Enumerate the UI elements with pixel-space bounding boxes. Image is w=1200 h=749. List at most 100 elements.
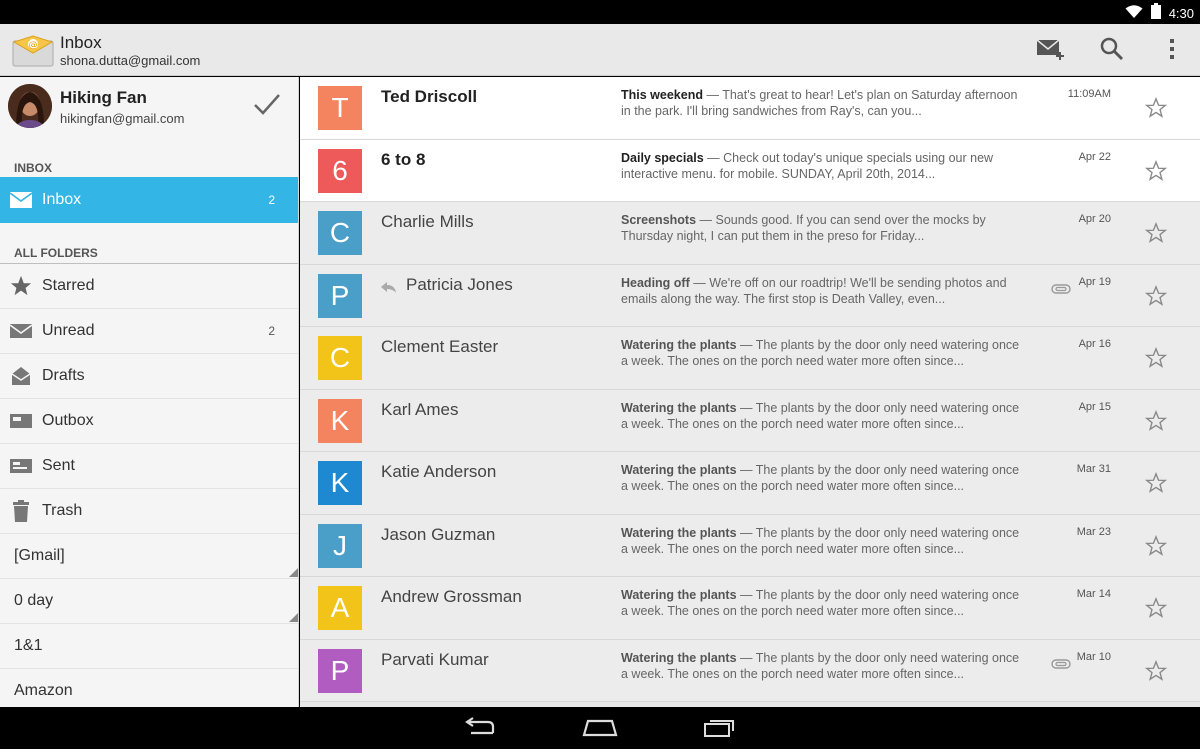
conversation-row[interactable]: P Parvati Kumar Watering the plants — The … bbox=[300, 639, 1200, 702]
message-preview: Watering the plants — The plants by the … bbox=[621, 462, 1021, 494]
message-subject: Watering the plants bbox=[621, 525, 737, 540]
star-toggle-icon[interactable] bbox=[1144, 96, 1168, 119]
folder-label: Inbox bbox=[42, 191, 82, 208]
account-email-secondary: hikingfan@gmail.com bbox=[60, 111, 185, 126]
status-icons: 4:30 bbox=[1125, 3, 1194, 23]
home-button[interactable] bbox=[582, 715, 618, 743]
sender-name: Katie Anderson bbox=[381, 462, 497, 481]
conversation-list: T Ted Driscoll This weekend — That's great… bbox=[300, 77, 1200, 707]
folder-count: 2 bbox=[268, 193, 275, 207]
sender-avatar-tile[interactable]: T bbox=[318, 86, 362, 130]
account-header[interactable]: Hiking Fan hikingfan@gmail.com bbox=[0, 77, 298, 154]
message-subject: Watering the plants bbox=[621, 400, 737, 415]
message-date: 11:09AM bbox=[1067, 88, 1111, 100]
navigation-drawer: Hiking Fan hikingfan@gmail.com INBOX Inb… bbox=[0, 77, 299, 707]
conversation-row[interactable]: J Jason Guzman Watering the plants — The p… bbox=[300, 514, 1200, 577]
recent-apps-button[interactable] bbox=[702, 715, 738, 743]
account-name: Hiking Fan bbox=[60, 88, 147, 107]
folder-outbox[interactable]: Outbox bbox=[0, 399, 298, 444]
sender-name: Patricia Jones bbox=[406, 274, 513, 294]
sender-avatar-tile[interactable]: 6 bbox=[318, 148, 362, 193]
conversation-row[interactable]: K Katie Anderson Watering the plants — The… bbox=[300, 452, 1200, 515]
sender-avatar-tile[interactable]: P bbox=[318, 273, 362, 318]
email-app-icon[interactable]: @ bbox=[12, 33, 54, 67]
folder-trash[interactable]: Trash bbox=[0, 489, 298, 534]
folder-inbox[interactable]: Inbox 2 bbox=[0, 177, 298, 223]
star-icon bbox=[0, 275, 42, 297]
sender-avatar-tile[interactable]: A bbox=[318, 586, 362, 630]
status-bar: 4:30 bbox=[0, 0, 1200, 24]
sender-avatar-tile[interactable]: J bbox=[318, 523, 362, 568]
checkmark-icon bbox=[252, 94, 282, 121]
folder-starred[interactable]: Starred bbox=[0, 264, 298, 309]
star-toggle-icon[interactable] bbox=[1144, 159, 1168, 182]
folder-gmail[interactable]: [Gmail] bbox=[0, 534, 298, 579]
message-date: Mar 23 bbox=[1076, 525, 1111, 538]
sender-avatar-tile[interactable]: P bbox=[318, 648, 362, 693]
message-subject: Watering the plants bbox=[621, 650, 737, 665]
sender-name: Ted Driscoll bbox=[381, 87, 478, 106]
conversation-row[interactable]: P Patricia Jones Heading off — We're off o… bbox=[300, 264, 1200, 327]
message-preview: Screenshots — Sounds good. If you can se… bbox=[621, 212, 1021, 244]
folder-1and1[interactable]: 1&1 bbox=[0, 624, 298, 669]
folder-label: Unread bbox=[42, 322, 95, 339]
conversation-row[interactable]: K Karl Ames Watering the plants — The plan… bbox=[300, 389, 1200, 452]
recent-apps-icon bbox=[703, 716, 737, 742]
sender-name: Andrew Grossman bbox=[381, 587, 522, 606]
folder-amazon[interactable]: Amazon bbox=[0, 669, 298, 707]
folder-0-day[interactable]: 0 day bbox=[0, 579, 298, 624]
home-icon bbox=[582, 717, 618, 741]
message-subject: This weekend bbox=[621, 88, 703, 102]
folder-label: Trash bbox=[42, 502, 83, 519]
compose-button[interactable] bbox=[1036, 36, 1066, 66]
sender-avatar-tile[interactable]: K bbox=[318, 398, 362, 443]
drafts-icon bbox=[0, 366, 42, 386]
star-toggle-icon[interactable] bbox=[1144, 534, 1168, 557]
avatar bbox=[8, 84, 52, 128]
message-subject: Screenshots bbox=[621, 213, 697, 227]
star-toggle-icon[interactable] bbox=[1144, 221, 1168, 244]
account-email: shona.dutta@gmail.com bbox=[60, 53, 201, 68]
conversation-row[interactable]: T Ted Driscoll This weekend — That's great… bbox=[300, 77, 1200, 140]
folder-list: Starred Unread 2 Drafts Outbox Sent Tras… bbox=[0, 264, 298, 707]
message-preview: Heading off — We're off on our roadtrip!… bbox=[621, 275, 1021, 307]
message-subject: Watering the plants bbox=[621, 338, 737, 352]
conversation-row[interactable]: 6 6 to 8 Daily specials — Check out today'… bbox=[300, 139, 1200, 202]
message-date: Mar 14 bbox=[1076, 588, 1111, 600]
folder-label: Drafts bbox=[42, 367, 85, 384]
folder-sent[interactable]: Sent bbox=[0, 444, 298, 489]
message-date: Mar 31 bbox=[1076, 463, 1111, 475]
sender-avatar-tile[interactable]: C bbox=[318, 336, 362, 380]
star-toggle-icon[interactable] bbox=[1144, 596, 1168, 619]
star-toggle-icon[interactable] bbox=[1144, 409, 1168, 432]
sender-name: Jason Guzman bbox=[381, 524, 496, 544]
navigation-bar bbox=[0, 707, 1200, 749]
account-select-button[interactable] bbox=[252, 91, 282, 117]
conversation-row[interactable]: C Clement Easter Watering the plants — The… bbox=[300, 327, 1200, 390]
folder-unread[interactable]: Unread 2 bbox=[0, 309, 298, 354]
folder-drafts[interactable]: Drafts bbox=[0, 354, 298, 399]
conversation-row[interactable]: A Andrew Grossman Watering the plants — Th… bbox=[300, 577, 1200, 640]
star-toggle-icon[interactable] bbox=[1144, 471, 1168, 494]
search-button[interactable] bbox=[1097, 36, 1127, 66]
star-toggle-icon[interactable] bbox=[1144, 346, 1168, 369]
message-subject: Watering the plants bbox=[621, 463, 737, 477]
sender-avatar-tile[interactable]: K bbox=[318, 461, 362, 505]
overflow-menu-button[interactable] bbox=[1157, 36, 1187, 66]
conversation-row[interactable]: C Charlie Mills Screenshots — Sounds good.… bbox=[300, 202, 1200, 265]
message-subject: Heading off bbox=[621, 275, 690, 290]
search-icon bbox=[1099, 36, 1125, 66]
sender-avatar-tile[interactable]: C bbox=[318, 211, 362, 255]
trash-icon bbox=[0, 500, 42, 522]
page-title: Inbox bbox=[60, 33, 102, 52]
star-toggle-icon[interactable] bbox=[1144, 284, 1168, 307]
overflow-menu-icon bbox=[1169, 38, 1175, 64]
folder-label: Outbox bbox=[42, 412, 94, 429]
expand-indicator-icon bbox=[289, 568, 298, 577]
star-toggle-icon[interactable] bbox=[1144, 659, 1168, 682]
sender-name: Charlie Mills bbox=[381, 212, 474, 231]
status-time: 4:30 bbox=[1168, 5, 1194, 21]
wifi-icon bbox=[1125, 4, 1143, 23]
back-button[interactable] bbox=[462, 715, 498, 743]
battery-icon bbox=[1150, 3, 1161, 23]
